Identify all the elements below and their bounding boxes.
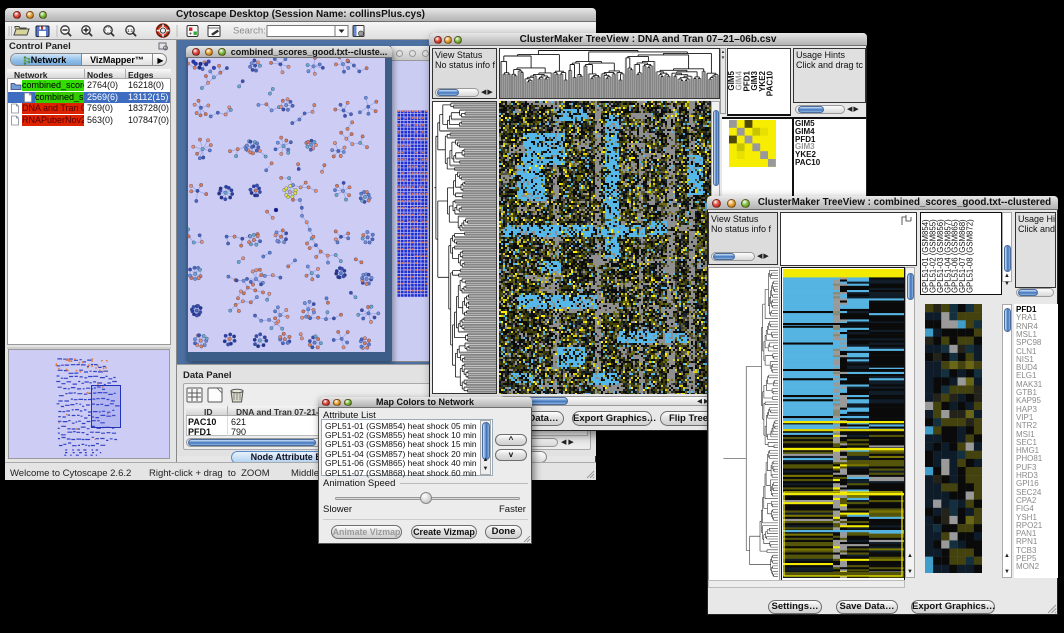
svg-text:GPL51-08 (GSM872): GPL51-08 (GSM872) — [965, 219, 974, 293]
